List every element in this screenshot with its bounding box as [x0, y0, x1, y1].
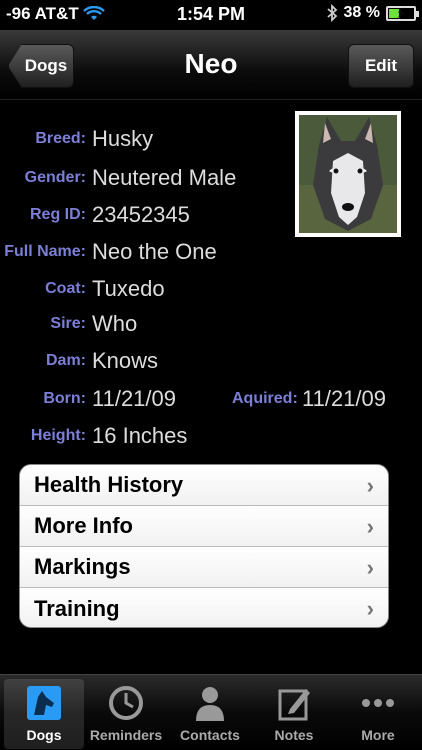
aquired-label: Aquired: [232, 390, 298, 407]
tab-label: More [361, 727, 395, 743]
coat-value: Tuxedo [92, 276, 165, 301]
dam-label: Dam: [45, 352, 86, 369]
sire-value: Who [92, 311, 138, 336]
status-right: 38 % ⚡ [326, 4, 419, 22]
edit-button[interactable]: Edit [348, 44, 414, 88]
tab-bar: Dogs Reminders Contacts Notes More [0, 674, 422, 750]
height-label: Height: [30, 427, 86, 444]
breed-value: Husky [92, 126, 154, 151]
menu-item-label: Markings [34, 554, 131, 579]
detail-row-coat: Coat: Tuxedo [0, 274, 422, 310]
reg-id-value: 23452345 [92, 202, 190, 227]
detail-row-sire: Sire: Who [0, 309, 422, 345]
tab-notes[interactable]: Notes [254, 679, 334, 749]
bluetooth-icon [326, 4, 337, 22]
detail-row-height: Height: 16 Inches [0, 421, 422, 457]
menu-item-label: More Info [34, 513, 133, 538]
chevron-right-icon: › [366, 473, 374, 498]
chevron-right-icon: › [366, 514, 374, 539]
sire-label: Sire: [50, 315, 86, 332]
full-name-label: Full Name: [4, 243, 86, 260]
gender-value: Neutered Male [92, 165, 237, 190]
menu-item-markings[interactable]: Markings › [20, 547, 388, 588]
full-name-value: Neo the One [92, 239, 217, 264]
detail-row-breed: Breed: Husky [0, 124, 422, 160]
detail-menu-list: Health History › More Info › Markings › … [19, 464, 389, 628]
note-icon [278, 689, 310, 721]
more-icon [362, 699, 394, 707]
menu-item-training[interactable]: Training › [20, 588, 388, 627]
detail-row-gender: Gender: Neutered Male [0, 163, 422, 199]
detail-row-reg-id: Reg ID: 23452345 [0, 200, 422, 236]
tab-reminders[interactable]: Reminders [86, 679, 166, 749]
coat-label: Coat: [45, 280, 86, 297]
menu-item-label: Training [34, 595, 120, 621]
gender-label: Gender: [24, 169, 86, 186]
person-icon [196, 687, 224, 721]
tab-dogs[interactable]: Dogs [4, 679, 84, 749]
chevron-right-icon: › [366, 555, 374, 580]
tab-label: Contacts [180, 727, 240, 743]
menu-item-health-history[interactable]: Health History › [20, 465, 388, 506]
height-value: 16 Inches [92, 423, 188, 448]
battery-percent: 38 % [343, 4, 380, 21]
born-label: Born: [43, 390, 86, 407]
dog-icon [27, 686, 61, 720]
status-bar: -96 AT&T 1:54 PM 38 % ⚡ [0, 0, 422, 30]
tab-more[interactable]: More [338, 679, 418, 749]
detail-row-full-name: Full Name: Neo the One [0, 237, 422, 273]
navigation-bar: Dogs Neo Edit [0, 30, 422, 100]
tab-label: Notes [274, 727, 314, 743]
born-value: 11/21/09 [92, 386, 177, 411]
tab-label: Reminders [89, 727, 163, 743]
aquired-value: 11/21/09 [302, 386, 387, 411]
chevron-right-icon: › [366, 596, 374, 621]
menu-item-more-info[interactable]: More Info › [20, 506, 388, 547]
tab-label: Dogs [26, 727, 62, 743]
detail-row-born: Born: 11/21/09 Aquired: 11/21/09 [0, 384, 422, 420]
clock-icon [109, 686, 143, 720]
dam-value: Knows [92, 348, 159, 373]
tab-contacts[interactable]: Contacts [170, 679, 250, 749]
reg-id-label: Reg ID: [30, 206, 86, 223]
detail-row-dam: Dam: Knows [0, 346, 422, 382]
breed-label: Breed: [35, 130, 86, 147]
battery-icon: ⚡ [386, 5, 419, 21]
menu-item-label: Health History [34, 472, 184, 497]
